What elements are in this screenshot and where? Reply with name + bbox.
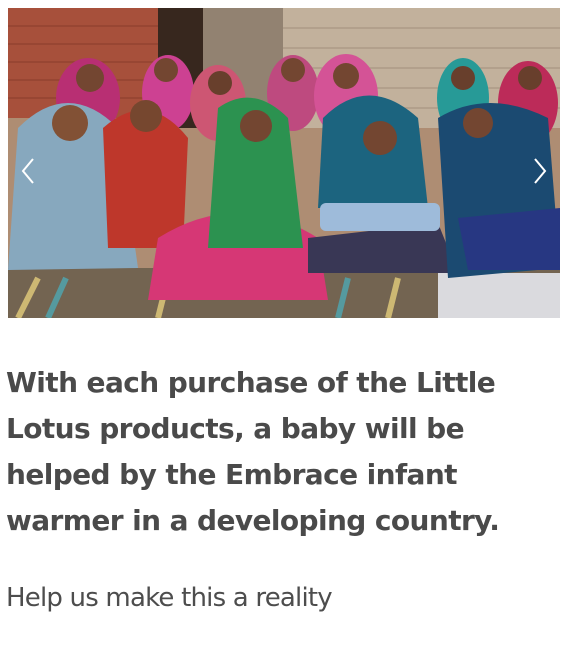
- chevron-right-icon: [534, 158, 547, 184]
- carousel-photo: [8, 8, 560, 318]
- chevron-left-icon: [21, 158, 34, 184]
- headline: With each purchase of the Little Lotus p…: [6, 366, 500, 537]
- image-carousel[interactable]: [8, 8, 560, 318]
- carousel-prev-button[interactable]: [16, 151, 40, 191]
- call-to-action-text: Help us make this a reality: [6, 583, 333, 613]
- carousel-next-button[interactable]: [528, 151, 552, 191]
